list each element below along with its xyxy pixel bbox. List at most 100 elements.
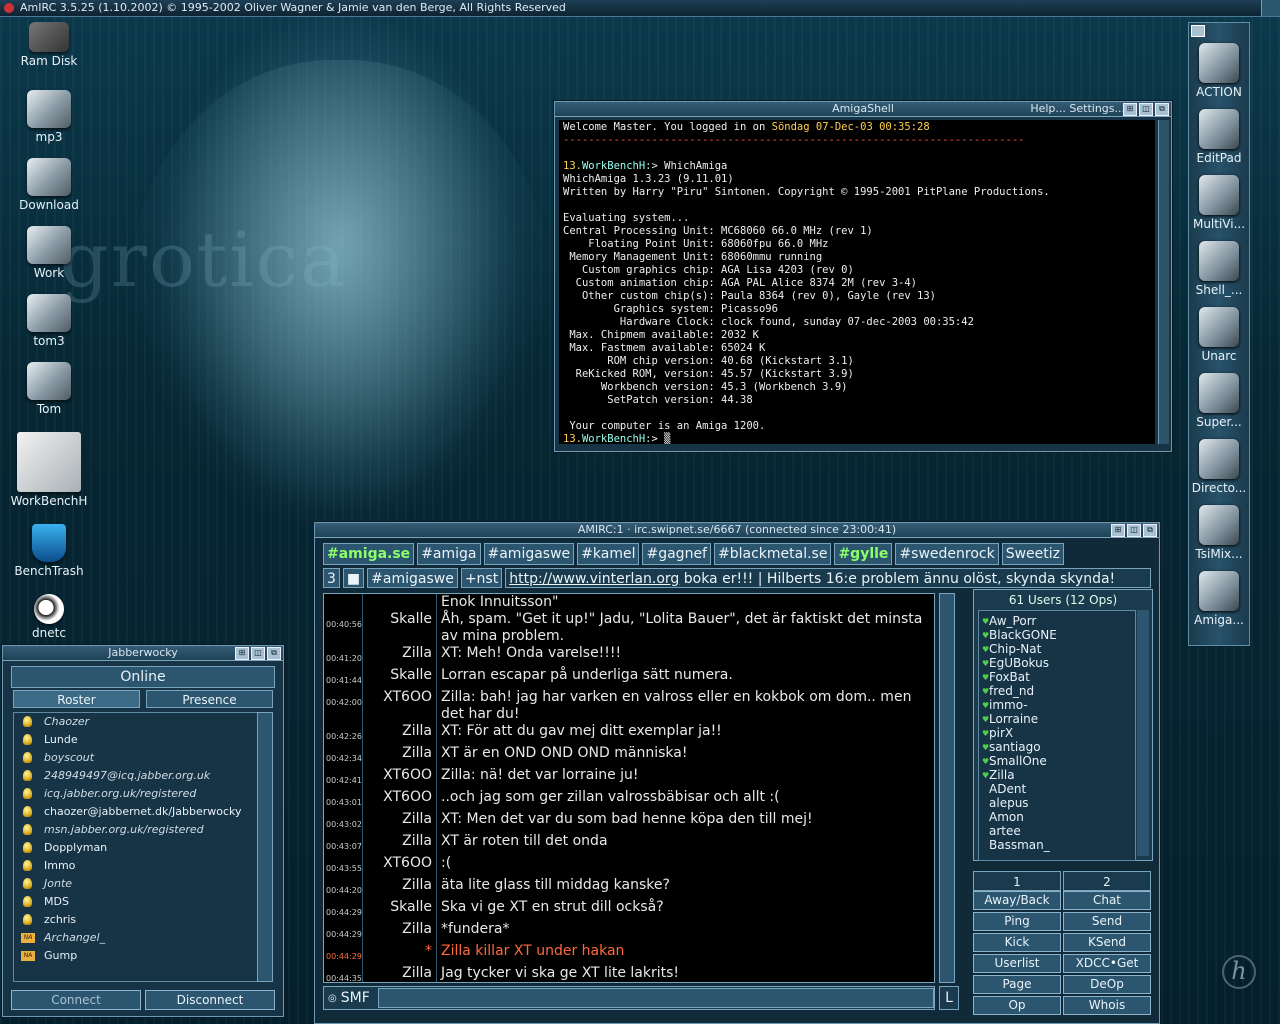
message-input[interactable] [377,988,934,1008]
roster-item[interactable]: Dopplyman [14,839,258,857]
irc-command-button[interactable]: Page [973,975,1061,994]
roster-item[interactable]: boyscout [14,749,258,767]
user-list-item[interactable]: Lorraine [979,712,1135,727]
zoom-icon[interactable]: ◫ [251,647,265,660]
irc-command-button[interactable]: XDCC•Get [1063,954,1151,973]
channel-tab[interactable]: #amiga [417,543,481,565]
channel-tab[interactable]: #kamel [577,543,640,565]
shell-menu-help-settings[interactable]: Help... Settings... [1030,102,1125,116]
user-list-item[interactable]: immo- [979,698,1135,713]
dock-item[interactable]: Directo... [1189,439,1249,495]
roster-list[interactable]: Chaozer Lunde boyscout 248949497@icq.jabber… [13,712,259,982]
roster-item[interactable]: NA Archangel_ [14,929,258,947]
roster-scrollbar[interactable] [257,712,273,982]
topic-link[interactable]: http://www.vinterlan.org [509,571,679,587]
channel-tab[interactable]: #gagnef [642,543,711,565]
input-menu-icon[interactable]: ◎ [328,993,337,1004]
dock-close-icon[interactable] [1191,25,1205,37]
desktop-icon[interactable]: dnetc [4,594,94,640]
userlist-scrollbar[interactable] [1137,610,1149,856]
roster-item[interactable]: zchris [14,911,258,929]
channel-tab[interactable]: Sweetiz [1001,543,1065,565]
desktop-icon[interactable]: mp3 [4,90,94,144]
dock-item[interactable]: EditPad [1189,109,1249,165]
user-list-item[interactable]: Amon [979,810,1135,824]
irc-command-button[interactable]: DeOp [1063,975,1151,994]
input-mode-button[interactable]: L [939,986,959,1010]
jabber-titlebar[interactable]: Jabberwocky ⊞ ◫ ⧉ [3,646,283,661]
message-nick[interactable]: XT6OO [364,855,437,877]
connect-button[interactable]: Connect [11,990,141,1010]
roster-item[interactable]: 248949497@icq.jabber.org.uk [14,767,258,785]
presence-status-select[interactable]: Online [11,666,275,688]
topic-toggle[interactable]: ■ [342,568,365,588]
message-nick[interactable]: Zilla [364,723,437,745]
desktop-icon[interactable]: BenchTrash [4,524,94,578]
depth-icon[interactable]: ⧉ [1155,103,1169,116]
dock-item[interactable]: ACTION [1189,43,1249,99]
message-nick[interactable]: Zilla [364,921,437,943]
roster-item[interactable]: Lunde [14,731,258,749]
zoom-icon[interactable]: ◫ [1127,524,1141,537]
irc-command-button[interactable]: Op [973,996,1061,1015]
user-list[interactable]: Aw_PorrBlackGONEChip-NatEgUBokusFoxBatfr… [978,610,1136,861]
irc-command-button[interactable]: Kick [973,933,1061,952]
message-nick[interactable]: XT6OO [364,789,437,811]
user-list-item[interactable]: Bassman_ [979,838,1135,852]
user-list-item[interactable]: Chip-Nat [979,642,1135,657]
message-nick[interactable]: Zilla [364,965,437,982]
user-list-item[interactable]: Aw_Porr [979,614,1135,629]
roster-item[interactable]: msn.jabber.org.uk/registered [14,821,258,839]
irc-command-button[interactable]: Ping [973,912,1061,931]
roster-item[interactable]: Chaozer [14,713,258,731]
button-page-tab[interactable]: 1 [973,871,1061,891]
roster-item[interactable]: Jonte [14,875,258,893]
tab-roster[interactable]: Roster [13,690,140,708]
message-nick[interactable]: Skalle [364,899,437,921]
desktop-icon[interactable]: WorkBenchH [4,432,94,508]
shell-scrollbar[interactable] [1158,120,1169,444]
amirc-titlebar[interactable]: AMIRC:1 · irc.swipnet.se/6667 (connected… [315,523,1159,538]
button-page-tab[interactable]: 2 [1063,871,1151,891]
topic-text[interactable]: http://www.vinterlan.org boka er!!! | Hi… [505,568,1151,588]
message-nick[interactable]: Zilla [364,833,437,855]
irc-command-button[interactable]: Away/Back [973,891,1061,910]
user-list-item[interactable]: BlackGONE [979,628,1135,643]
message-nick[interactable]: Zilla [364,745,437,767]
message-nick[interactable]: Skalle [364,611,437,645]
desktop-icon[interactable]: Work [4,226,94,280]
iconify-icon[interactable]: ⊞ [1123,103,1137,116]
dock-item[interactable]: MultiVi... [1189,175,1249,231]
roster-item[interactable]: icq.jabber.org.uk/registered [14,785,258,803]
message-nick[interactable]: XT6OO [364,689,437,723]
message-nick[interactable] [364,594,437,611]
user-list-item[interactable]: Zilla [979,768,1135,783]
tab-presence[interactable]: Presence [146,690,273,708]
dock-item[interactable]: Super... [1189,373,1249,429]
irc-command-button[interactable]: Whois [1063,996,1151,1015]
dock-item[interactable]: TsiMix... [1189,505,1249,561]
dock-item[interactable]: Shell_... [1189,241,1249,297]
iconify-icon[interactable]: ⊞ [235,647,249,660]
user-list-item[interactable]: pirX [979,726,1135,741]
depth-icon[interactable]: ⧉ [1143,524,1157,537]
user-list-item[interactable]: artee [979,824,1135,838]
message-nick[interactable]: XT6OO [364,767,437,789]
message-nick[interactable]: * [364,943,437,965]
zoom-icon[interactable]: ◫ [1139,103,1153,116]
irc-command-button[interactable]: Send [1063,912,1151,931]
message-nick[interactable]: Zilla [364,811,437,833]
dock-item[interactable]: Amiga... [1189,571,1249,627]
user-list-item[interactable]: alepus [979,796,1135,810]
irc-command-button[interactable]: Userlist [973,954,1061,973]
depth-icon[interactable]: ⧉ [267,647,281,660]
roster-item[interactable]: MDS [14,893,258,911]
chat-scrollbar[interactable] [939,593,955,983]
shell-titlebar[interactable]: AmigaShell Help... Settings... ⊞ ◫ ⧉ [555,102,1171,117]
irc-command-button[interactable]: KSend [1063,933,1151,952]
user-list-item[interactable]: fred_nd [979,684,1135,699]
user-list-item[interactable]: EgUBokus [979,656,1135,671]
roster-item[interactable]: Immo [14,857,258,875]
desktop-icon[interactable]: Download [4,158,94,212]
channel-tab[interactable]: #gylle [834,543,893,565]
